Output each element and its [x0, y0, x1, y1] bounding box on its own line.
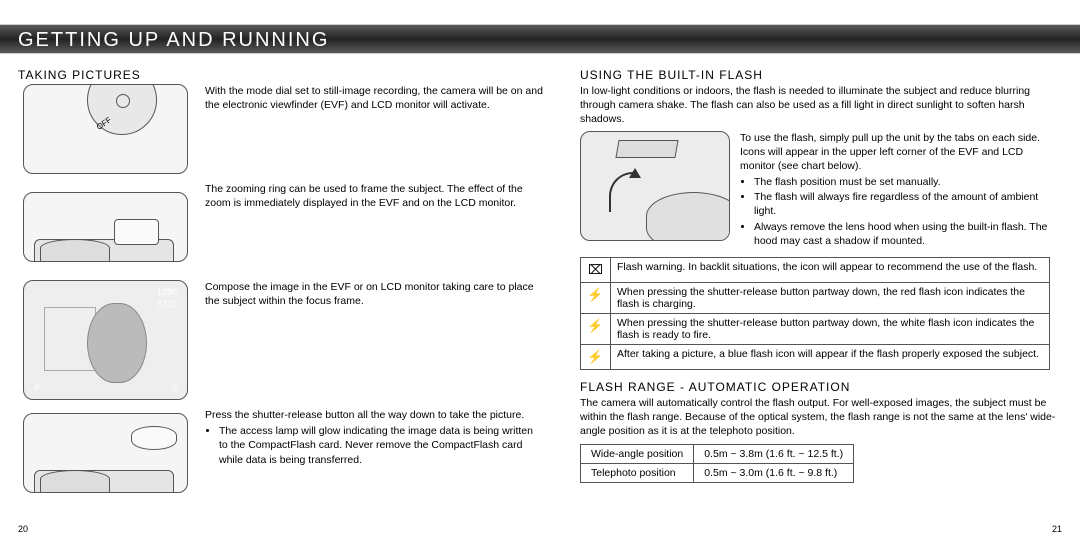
intro-flash-range: The camera will automatically control th…: [580, 396, 1058, 439]
flash-range-table: Wide-angle position0.5m ~ 3.8m (1.6 ft. …: [580, 444, 854, 483]
heading-flash: USING THE BUILT-IN FLASH: [580, 68, 1058, 82]
flash-charging-icon: ⚡: [581, 282, 611, 313]
text-zoom: The zooming ring can be used to frame th…: [205, 182, 543, 210]
illus-zoom: [23, 192, 188, 262]
table-row: ⌧Flash warning. In backlit situations, t…: [581, 257, 1050, 282]
illus-mode-dial: OFF: [23, 84, 188, 174]
heading-taking-pictures: TAKING PICTURES: [18, 68, 543, 82]
flash-ready-icon: ⚡: [581, 313, 611, 344]
row-mode-dial: OFF With the mode dial set to still-imag…: [18, 84, 543, 174]
text-mode-dial: With the mode dial set to still-image re…: [205, 84, 543, 112]
text-compose: Compose the image in the EVF or on LCD m…: [205, 280, 543, 308]
flash-icon-table: ⌧Flash warning. In backlit situations, t…: [580, 257, 1050, 370]
row-zoom: The zooming ring can be used to frame th…: [18, 182, 543, 272]
table-row: ⚡After taking a picture, a blue flash ic…: [581, 344, 1050, 369]
illus-evf: 1280 STD P 9: [23, 280, 188, 400]
flash-warning-icon: ⌧: [581, 257, 611, 282]
intro-flash: In low-light conditions or indoors, the …: [580, 84, 1058, 127]
text-shutter: Press the shutter-release button all the…: [205, 408, 543, 468]
banner-title: GETTING UP AND RUNNING: [0, 24, 1080, 54]
flash-ok-icon: ⚡: [581, 344, 611, 369]
table-row: Telephoto position0.5m ~ 3.0m (1.6 ft. ~…: [581, 464, 854, 483]
table-row: ⚡When pressing the shutter-release butto…: [581, 282, 1050, 313]
row-compose: 1280 STD P 9 Compose the image in the EV…: [18, 280, 543, 400]
heading-flash-range: FLASH RANGE - AUTOMATIC OPERATION: [580, 380, 1058, 394]
illus-flash-up: [580, 131, 730, 241]
illus-shutter: [23, 413, 188, 493]
table-row: ⚡When pressing the shutter-release butto…: [581, 313, 1050, 344]
row-flash-use: To use the flash, simply pull up the uni…: [580, 131, 1058, 249]
table-row: Wide-angle position0.5m ~ 3.8m (1.6 ft. …: [581, 445, 854, 464]
page-right: USING THE BUILT-IN FLASH In low-light co…: [580, 60, 1058, 483]
text-flash-use: To use the flash, simply pull up the uni…: [740, 131, 1058, 249]
page-left: TAKING PICTURES OFF With the mode dial s…: [18, 60, 543, 506]
page-number-right: 21: [1052, 524, 1062, 534]
row-shutter: Press the shutter-release button all the…: [18, 408, 543, 498]
page-number-left: 20: [18, 524, 28, 534]
